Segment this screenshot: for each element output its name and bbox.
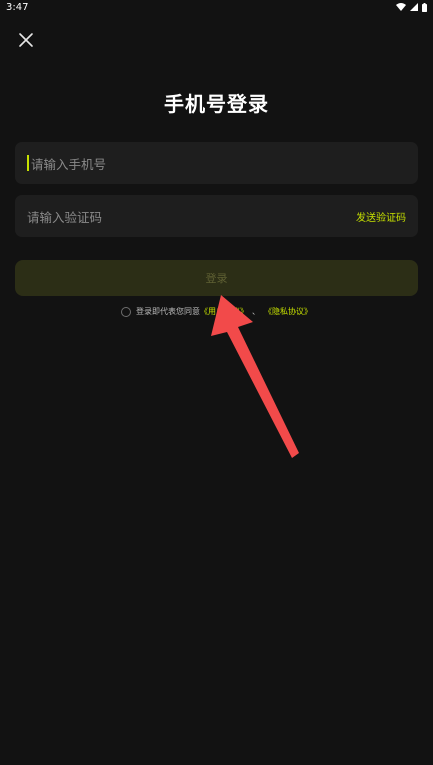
agreement-checkbox[interactable] <box>121 306 131 317</box>
text-cursor <box>27 155 29 171</box>
status-bar: 3:47 <box>0 0 433 14</box>
battery-icon <box>422 2 427 12</box>
phone-input-placeholder: 请输入手机号 <box>31 156 107 172</box>
agreement-prefix: 登录即代表您同意 <box>136 307 200 316</box>
wifi-icon <box>396 3 406 11</box>
verification-code-input[interactable]: 请输入验证码 发送验证码 <box>15 195 418 237</box>
code-input-placeholder: 请输入验证码 <box>27 209 103 225</box>
user-agreement-link[interactable]: 《用户协议》 <box>200 306 248 317</box>
send-code-button[interactable]: 发送验证码 <box>356 209 406 224</box>
close-icon <box>19 33 33 47</box>
agreement-separator: 、 <box>252 307 260 316</box>
signal-icon <box>410 3 418 11</box>
close-button[interactable] <box>16 30 36 50</box>
page-title: 手机号登录 <box>164 92 269 116</box>
status-icons <box>396 2 427 12</box>
privacy-policy-link[interactable]: 《隐私协议》 <box>264 306 312 317</box>
phone-input[interactable]: 请输入手机号 <box>15 142 418 184</box>
status-time: 3:47 <box>6 1 29 13</box>
login-button[interactable]: 登录 <box>15 260 418 296</box>
agreement-row: 登录即代表您同意 《用户协议》 、 《隐私协议》 <box>0 306 433 317</box>
